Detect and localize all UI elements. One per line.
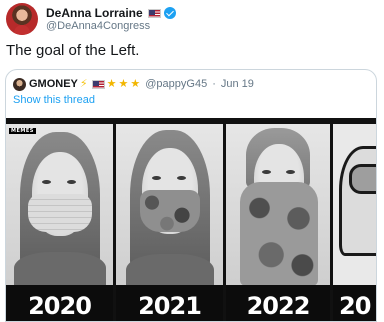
surgical-mask-icon <box>28 194 92 232</box>
year-label: 2020 <box>28 292 92 320</box>
meme-panel-2020: MEMES 2020 <box>6 124 113 321</box>
astronaut-icon <box>339 146 376 256</box>
verified-badge-icon <box>163 7 176 19</box>
star-icon: ★ <box>130 77 141 90</box>
quoted-tweet-date[interactable]: Jun 19 <box>221 78 254 90</box>
quoted-author-line: GMONEY ⚡ ★ ★ ★ @pappyG45 · Jun 19 <box>29 77 254 91</box>
eye <box>286 170 295 174</box>
meme-panel-2021: 2021 <box>116 124 223 321</box>
us-flag-icon <box>147 8 161 18</box>
meme-logo: MEMES <box>9 128 36 134</box>
eye <box>67 180 76 184</box>
quoted-tweet-card[interactable]: GMONEY ⚡ ★ ★ ★ @pappyG45 · Jun 19 Show t… <box>5 69 377 322</box>
star-icon: ★ <box>118 77 129 90</box>
meme-image[interactable]: MEMES 2020 2021 2022 20 <box>6 118 376 321</box>
lightning-icon: ⚡ <box>79 77 88 90</box>
neck-gaiter-icon <box>240 182 318 286</box>
tweet-text: The goal of the Left. <box>6 42 140 59</box>
meme-panel-astronaut: 20 <box>333 124 376 321</box>
eye <box>42 180 51 184</box>
us-flag-icon <box>91 79 105 89</box>
meta-separator: · <box>212 78 216 90</box>
author-line: DeAnna Lorraine <box>46 5 176 21</box>
eye <box>177 176 186 180</box>
eye <box>262 170 271 174</box>
year-label: 2022 <box>246 292 311 320</box>
year-label: 20 <box>339 292 371 320</box>
camo-mask-icon <box>140 190 200 232</box>
quoted-author-handle[interactable]: @pappyG45 <box>145 78 207 90</box>
meme-panel-2022: 2022 <box>226 124 330 321</box>
author-handle[interactable]: @DeAnna4Congress <box>46 20 150 32</box>
eye <box>152 176 161 180</box>
quoted-author-avatar[interactable] <box>13 78 26 91</box>
tweet: DeAnna Lorraine @DeAnna4Congress The goa… <box>0 0 384 322</box>
astronaut-visor-icon <box>349 164 376 194</box>
show-thread-link[interactable]: Show this thread <box>13 94 95 106</box>
year-label: 2021 <box>138 292 202 320</box>
quoted-author-display-name[interactable]: GMONEY <box>29 78 78 90</box>
author-avatar[interactable] <box>6 3 38 35</box>
star-icon: ★ <box>106 77 117 90</box>
author-display-name[interactable]: DeAnna Lorraine <box>46 6 143 20</box>
